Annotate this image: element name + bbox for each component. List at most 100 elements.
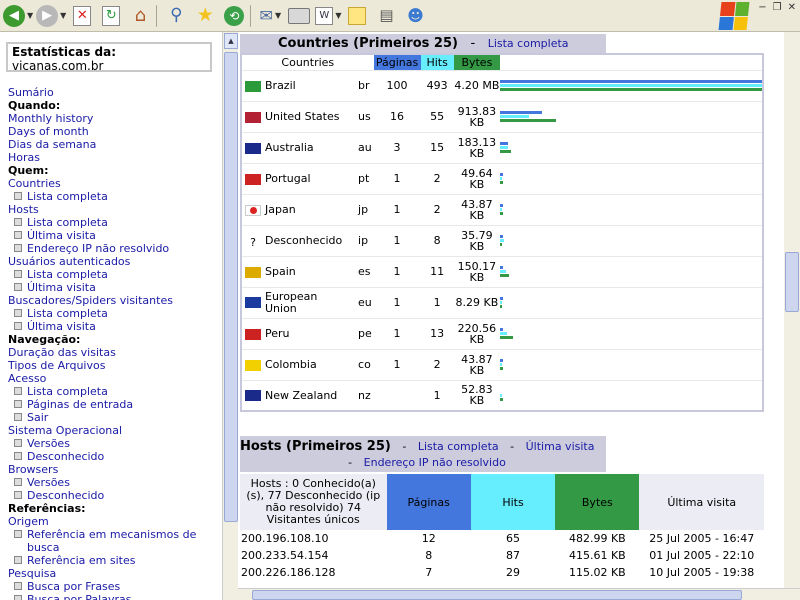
sidebar-item[interactable]: Lista completa [8, 190, 222, 203]
hosts-last-visit-link[interactable]: Última visita [526, 440, 595, 453]
country-row: Japan jp 1 2 43.87 KB [241, 193, 763, 225]
countries-section: Countries (Primeiros 25) - Lista complet… [240, 34, 764, 412]
host-bytes: 415.61 KB [568, 549, 626, 562]
sidebar-item[interactable]: Endereço IP não resolvido [8, 242, 222, 255]
sidebar-scrollbar[interactable]: ▲ [222, 32, 238, 600]
sidebar-item[interactable]: Monthly history [8, 112, 222, 125]
scrollbar-thumb[interactable] [785, 252, 799, 312]
home-button[interactable]: ⌂ [127, 3, 153, 29]
countries-header: Countries (Primeiros 25) - Lista complet… [240, 34, 606, 53]
sidebar-item[interactable]: Origem [8, 515, 222, 528]
sidebar-item[interactable]: Desconhecido [8, 489, 222, 502]
chevron-down-icon[interactable]: ▼ [60, 11, 66, 20]
sidebar-item[interactable]: Desconhecido [8, 450, 222, 463]
mail-button[interactable]: ✉ ▼ [257, 3, 283, 29]
hosts-full-list-link[interactable]: Lista completa [418, 440, 499, 453]
note-icon [348, 6, 367, 25]
main-scrollbar[interactable] [784, 32, 800, 588]
country-bars [500, 162, 763, 194]
discuss-button[interactable] [344, 3, 370, 29]
research-button[interactable]: ▤ [373, 3, 399, 29]
edit-button[interactable]: W ▼ [315, 3, 341, 29]
messenger-icon: ☻ [407, 5, 424, 25]
hosts-section: Hosts (Primeiros 25) - Lista completa - … [240, 436, 764, 581]
country-name: Desconhecido [265, 234, 343, 247]
hits-bar [500, 270, 506, 273]
country-hits: 2 [420, 348, 454, 380]
scrollbar-thumb[interactable] [252, 590, 742, 600]
hosts-unresolved-link[interactable]: Endereço IP não resolvido [364, 456, 506, 469]
sidebar-item[interactable]: Lista completa [8, 216, 222, 229]
flag-icon [245, 328, 261, 340]
country-code: br [354, 69, 374, 101]
countries-full-list-link[interactable]: Lista completa [488, 37, 569, 50]
search-button[interactable]: ⚲ [163, 3, 189, 29]
chevron-down-icon[interactable]: ▼ [275, 11, 281, 20]
country-name: Spain [265, 265, 296, 278]
sidebar-item[interactable]: Tipos de Arquivos [8, 359, 222, 372]
country-pages: 1 [373, 193, 421, 225]
messenger-button[interactable]: ☻ [402, 3, 428, 29]
sidebar-item[interactable]: Buscadores/Spiders visitantes [8, 294, 222, 307]
sidebar-item[interactable]: Lista completa [8, 268, 222, 281]
sidebar-item[interactable]: Versões [8, 476, 222, 489]
header-bars [500, 53, 763, 70]
sidebar-item[interactable]: Busca por Frases [8, 580, 222, 593]
back-arrow-icon: ◀ [3, 4, 25, 27]
sidebar-item[interactable]: Última visita [8, 281, 222, 294]
history-button[interactable]: ⟲ [221, 3, 247, 29]
host-host: 200.196.108.10 [241, 532, 329, 545]
sidebar-item[interactable]: Sair [8, 411, 222, 424]
sidebar-item[interactable]: Sumário [8, 86, 222, 99]
sidebar-item[interactable]: Countries [8, 177, 222, 190]
sidebar-item[interactable]: Sistema Operacional [8, 424, 222, 437]
country-hits: 1 [420, 379, 454, 411]
sidebar-item[interactable]: Dias da semana [8, 138, 222, 151]
sidebar-item[interactable]: Lista completa [8, 385, 222, 398]
restore-icon[interactable]: ❐ [773, 2, 782, 13]
hosts-summary: Hosts : 0 Conhecido(a) (s), 77 Desconhec… [240, 474, 387, 530]
scroll-up-icon[interactable]: ▲ [224, 33, 238, 49]
sidebar-item[interactable]: Referência em sites [8, 554, 222, 567]
sidebar: Estatísticas da: vicanas.com.br Sumário Q… [0, 32, 222, 600]
favorites-button[interactable]: ★ [192, 3, 218, 29]
minimize-icon[interactable]: − [758, 2, 766, 13]
country-bars [500, 286, 763, 318]
country-bars [500, 317, 763, 349]
country-hits: 15 [420, 131, 454, 163]
country-hits: 2 [420, 193, 454, 225]
close-icon[interactable]: ✕ [788, 2, 796, 13]
sidebar-item[interactable]: Duração das visitas [8, 346, 222, 359]
sidebar-item[interactable]: Páginas de entrada [8, 398, 222, 411]
country-row: Colombia co 1 2 43.87 KB [241, 348, 763, 380]
sidebar-item[interactable]: Última visita [8, 320, 222, 333]
hits-bar [500, 332, 507, 335]
scrollbar-thumb[interactable] [224, 52, 238, 522]
country-hits: 55 [420, 100, 454, 132]
refresh-button[interactable]: ↻ [98, 3, 124, 29]
chevron-down-icon[interactable]: ▼ [27, 11, 33, 20]
subitem-bullet-icon [14, 530, 22, 538]
sidebar-item[interactable]: Hosts [8, 203, 222, 216]
sidebar-item[interactable]: Browsers [8, 463, 222, 476]
sidebar-item[interactable]: Última visita [8, 229, 222, 242]
stop-button[interactable]: ✕ [69, 3, 95, 29]
sidebar-item[interactable]: Usuários autenticados [8, 255, 222, 268]
sidebar-item[interactable]: Pesquisa [8, 567, 222, 580]
sidebar-item[interactable]: Horas [8, 151, 222, 164]
sidebar-item[interactable]: Days of month [8, 125, 222, 138]
sidebar-item[interactable]: Busca por Palavras [8, 593, 222, 600]
country-pages: 1 [373, 348, 421, 380]
country-bars [500, 69, 763, 101]
sidebar-item[interactable]: Versões [8, 437, 222, 450]
country-pages: 1 [373, 286, 421, 318]
forward-button[interactable]: ▶ ▼ [36, 3, 66, 29]
sidebar-item[interactable]: Referência em mecanismos de busca [8, 528, 222, 554]
horizontal-scrollbar[interactable] [238, 588, 800, 600]
chevron-down-icon[interactable]: ▼ [335, 11, 341, 20]
print-button[interactable] [286, 3, 312, 29]
back-button[interactable]: ◀ ▼ [3, 3, 33, 29]
sidebar-item[interactable]: Acesso [8, 372, 222, 385]
sidebar-item[interactable]: Lista completa [8, 307, 222, 320]
country-bytes: 43.87 KB [453, 348, 500, 380]
